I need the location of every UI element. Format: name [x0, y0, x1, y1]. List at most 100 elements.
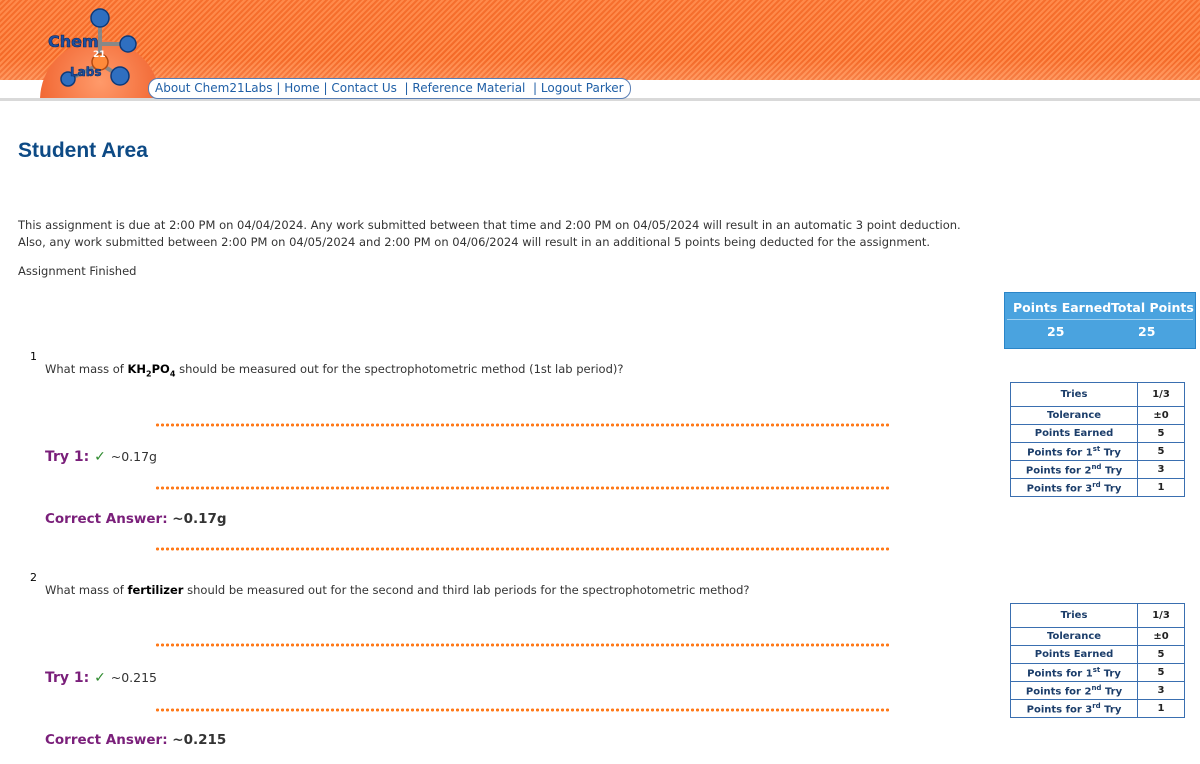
stats-label-text: Points for: [1027, 447, 1083, 459]
chem21labs-logo[interactable]: Chem 21 Labs: [40, 4, 160, 99]
dotted-divider: [155, 643, 890, 647]
question-stats-table: Tries 1/3 Tolerance ±0 Points Earned 5 Poin…: [1010, 603, 1185, 718]
try-label: Try 1:: [45, 670, 90, 686]
question-text: What mass of fertilizer should be measur…: [45, 583, 750, 597]
nav-separator: |: [400, 81, 413, 95]
stats-label: Tolerance: [1010, 627, 1138, 646]
nav-about[interactable]: About Chem21Labs: [155, 81, 273, 95]
stats-row-tries: Tries 1/3: [1010, 603, 1185, 628]
points-summary-divider: [1007, 319, 1193, 340]
try-label: Try 1:: [45, 449, 90, 465]
try-result: Try 1: ✓ ~0.17g: [45, 449, 157, 465]
dotted-divider: [155, 547, 890, 551]
question-text-after: should be measured out for the second an…: [183, 583, 750, 597]
nav-logout[interactable]: Logout Parker: [541, 81, 624, 95]
checkmark-icon: ✓: [94, 670, 106, 686]
question-formula: KH2PO4: [127, 362, 176, 378]
stats-value: 5: [1137, 424, 1185, 443]
stats-row-points-earned: Points Earned 5: [1010, 645, 1185, 664]
stats-row-tolerance: Tolerance ±0: [1010, 406, 1185, 425]
stats-label: Points for 1st Try: [1010, 442, 1138, 461]
stats-label-text: Try: [1104, 483, 1122, 495]
nav-home[interactable]: Home: [284, 81, 319, 95]
page-title: Student Area: [18, 139, 148, 162]
stats-label-text: Try: [1103, 668, 1121, 680]
stats-row-try2: Points for 2nd Try 3: [1010, 681, 1185, 700]
stats-value: 5: [1137, 663, 1185, 682]
stats-row-try2: Points for 2nd Try 3: [1010, 460, 1185, 479]
stats-value: 1/3: [1137, 603, 1185, 628]
logo-text-labs: Labs: [70, 65, 101, 79]
ordinal: 1: [1085, 668, 1093, 680]
correct-answer: Correct Answer: ~0.215: [45, 732, 226, 748]
stats-label-text: Try: [1103, 447, 1121, 459]
ordinal-suffix: nd: [1091, 462, 1102, 471]
stats-value: 3: [1137, 460, 1185, 479]
nav-contact[interactable]: Contact Us: [331, 81, 397, 95]
question-text-before: What mass of: [45, 362, 128, 376]
nav-reference-material[interactable]: Reference Material: [412, 81, 525, 95]
ordinal-suffix: rd: [1092, 701, 1101, 710]
points-earned-value: 25: [1047, 324, 1065, 339]
total-points-value: 25: [1138, 324, 1156, 339]
total-points-label: Total Points: [1111, 300, 1194, 315]
correct-answer-value: ~0.17g: [172, 511, 227, 527]
ordinal-suffix: rd: [1092, 480, 1101, 489]
stats-label: Tries: [1010, 382, 1138, 407]
dotted-divider: [155, 708, 890, 712]
stats-label: Points for 2nd Try: [1010, 681, 1138, 700]
logo-text-chem: Chem: [48, 32, 99, 51]
ordinal-suffix: nd: [1091, 683, 1102, 692]
try-answer: ~0.215: [110, 670, 158, 685]
question-text: What mass of KH2PO4 should be measured o…: [45, 362, 623, 378]
stats-label: Points Earned: [1010, 645, 1138, 664]
try-answer: ~0.17g: [110, 449, 157, 464]
stats-label-text: Points for: [1026, 483, 1082, 495]
logo-text-21: 21: [93, 50, 106, 60]
stats-value: 1/3: [1137, 382, 1185, 407]
checkmark-icon: ✓: [94, 449, 106, 465]
points-summary: Points Earned Total Points 25 25: [1004, 292, 1196, 349]
stats-label: Tries: [1010, 603, 1138, 628]
stats-value: ±0: [1137, 406, 1185, 425]
stats-value: 5: [1137, 645, 1185, 664]
stats-value: 3: [1137, 681, 1185, 700]
correct-answer-value: ~0.215: [172, 732, 227, 748]
top-navigation: About Chem21Labs | Home | Contact Us | R…: [148, 78, 631, 99]
formula-part: PO: [151, 362, 170, 376]
stats-label: Points for 2nd Try: [1010, 460, 1138, 479]
stats-label-text: Points for: [1025, 465, 1081, 477]
question-bold-word: fertilizer: [127, 583, 184, 597]
formula-part: KH: [127, 362, 147, 376]
correct-answer: Correct Answer: ~0.17g: [45, 511, 227, 527]
ordinal: 1: [1085, 447, 1093, 459]
stats-row-try1: Points for 1st Try 5: [1010, 442, 1185, 461]
stats-row-try3: Points for 3rd Try 1: [1010, 699, 1185, 718]
stats-label-text: Points for: [1027, 668, 1083, 680]
stats-value: ±0: [1137, 627, 1185, 646]
stats-row-try3: Points for 3rd Try 1: [1010, 478, 1185, 497]
try-result: Try 1: ✓ ~0.215: [45, 670, 157, 686]
stats-row-tries: Tries 1/3: [1010, 382, 1185, 407]
question-stats-table: Tries 1/3 Tolerance ±0 Points Earned 5 Poin…: [1010, 382, 1185, 497]
stats-label-text: Points for: [1026, 704, 1082, 716]
stats-label: Points for 3rd Try: [1010, 699, 1138, 718]
ordinal-suffix: st: [1092, 665, 1101, 674]
question-text-before: What mass of: [45, 583, 128, 597]
stats-label-text: Try: [1104, 704, 1122, 716]
question-number: 2: [30, 571, 37, 584]
stats-label: Points for 3rd Try: [1010, 478, 1138, 497]
ordinal-suffix: st: [1092, 444, 1101, 453]
correct-answer-label: Correct Answer:: [45, 732, 168, 748]
stats-label: Points for 1st Try: [1010, 663, 1138, 682]
stats-label-text: Points for: [1025, 686, 1081, 698]
dotted-divider: [155, 423, 890, 427]
stats-row-points-earned: Points Earned 5: [1010, 424, 1185, 443]
stats-value: 1: [1137, 699, 1185, 718]
stats-label: Points Earned: [1010, 424, 1138, 443]
stats-value: 1: [1137, 478, 1185, 497]
stats-label-text: Try: [1104, 686, 1123, 698]
question-text-after: should be measured out for the spectroph…: [175, 362, 624, 376]
nav-separator: |: [529, 81, 541, 95]
stats-row-tolerance: Tolerance ±0: [1010, 627, 1185, 646]
